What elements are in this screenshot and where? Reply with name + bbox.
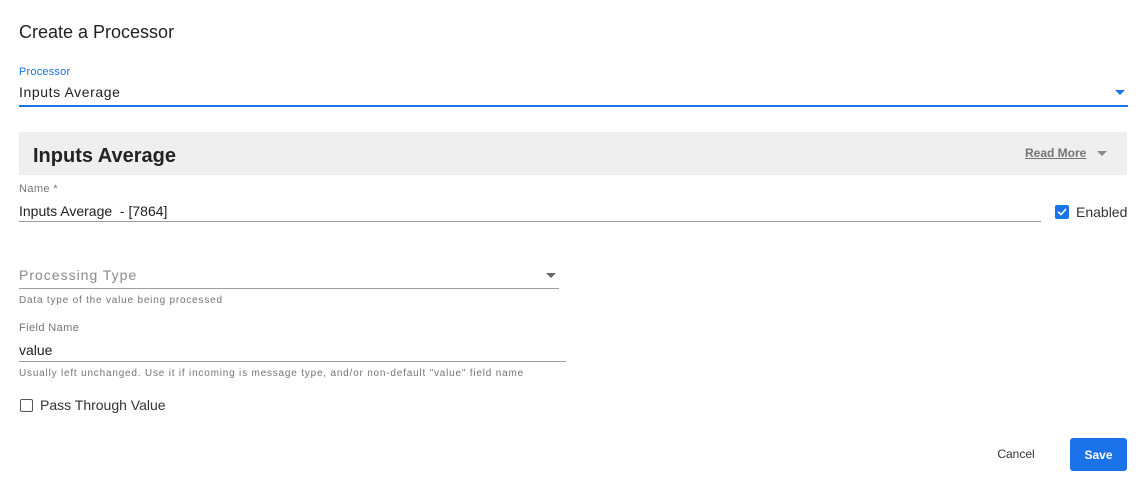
read-more-link[interactable]: Read More (1025, 146, 1086, 160)
enabled-label[interactable]: Enabled (1076, 204, 1127, 220)
name-field-label: Name * (19, 183, 59, 195)
name-input[interactable] (19, 200, 1041, 222)
field-name-input[interactable] (19, 339, 566, 362)
cancel-button[interactable]: Cancel (986, 439, 1046, 469)
dropdown-arrow-icon[interactable] (546, 273, 556, 278)
processor-info-title: Inputs Average (33, 145, 176, 167)
pass-through-checkbox[interactable] (20, 399, 33, 412)
processing-type-underline (19, 288, 559, 289)
dialog-title: Create a Processor (19, 22, 175, 42)
processor-select-underline (19, 105, 1128, 107)
pass-through-label[interactable]: Pass Through Value (40, 397, 166, 413)
processing-type-placeholder[interactable]: Processing Type (19, 267, 137, 283)
expand-arrow-icon[interactable] (1097, 151, 1107, 156)
field-name-label: Field Name (19, 322, 80, 334)
enabled-checkbox[interactable] (1055, 205, 1069, 219)
checkmark-icon (1057, 208, 1067, 216)
processor-select-label: Processor (19, 66, 71, 78)
processor-info-header: Inputs Average Read More (19, 132, 1127, 175)
save-button[interactable]: Save (1070, 438, 1127, 471)
dropdown-arrow-icon[interactable] (1115, 90, 1125, 95)
processing-type-hint: Data type of the value being processed (19, 295, 223, 306)
field-name-hint: Usually left unchanged. Use it if incomi… (19, 368, 524, 379)
processor-select-value[interactable]: Inputs Average (19, 84, 121, 100)
